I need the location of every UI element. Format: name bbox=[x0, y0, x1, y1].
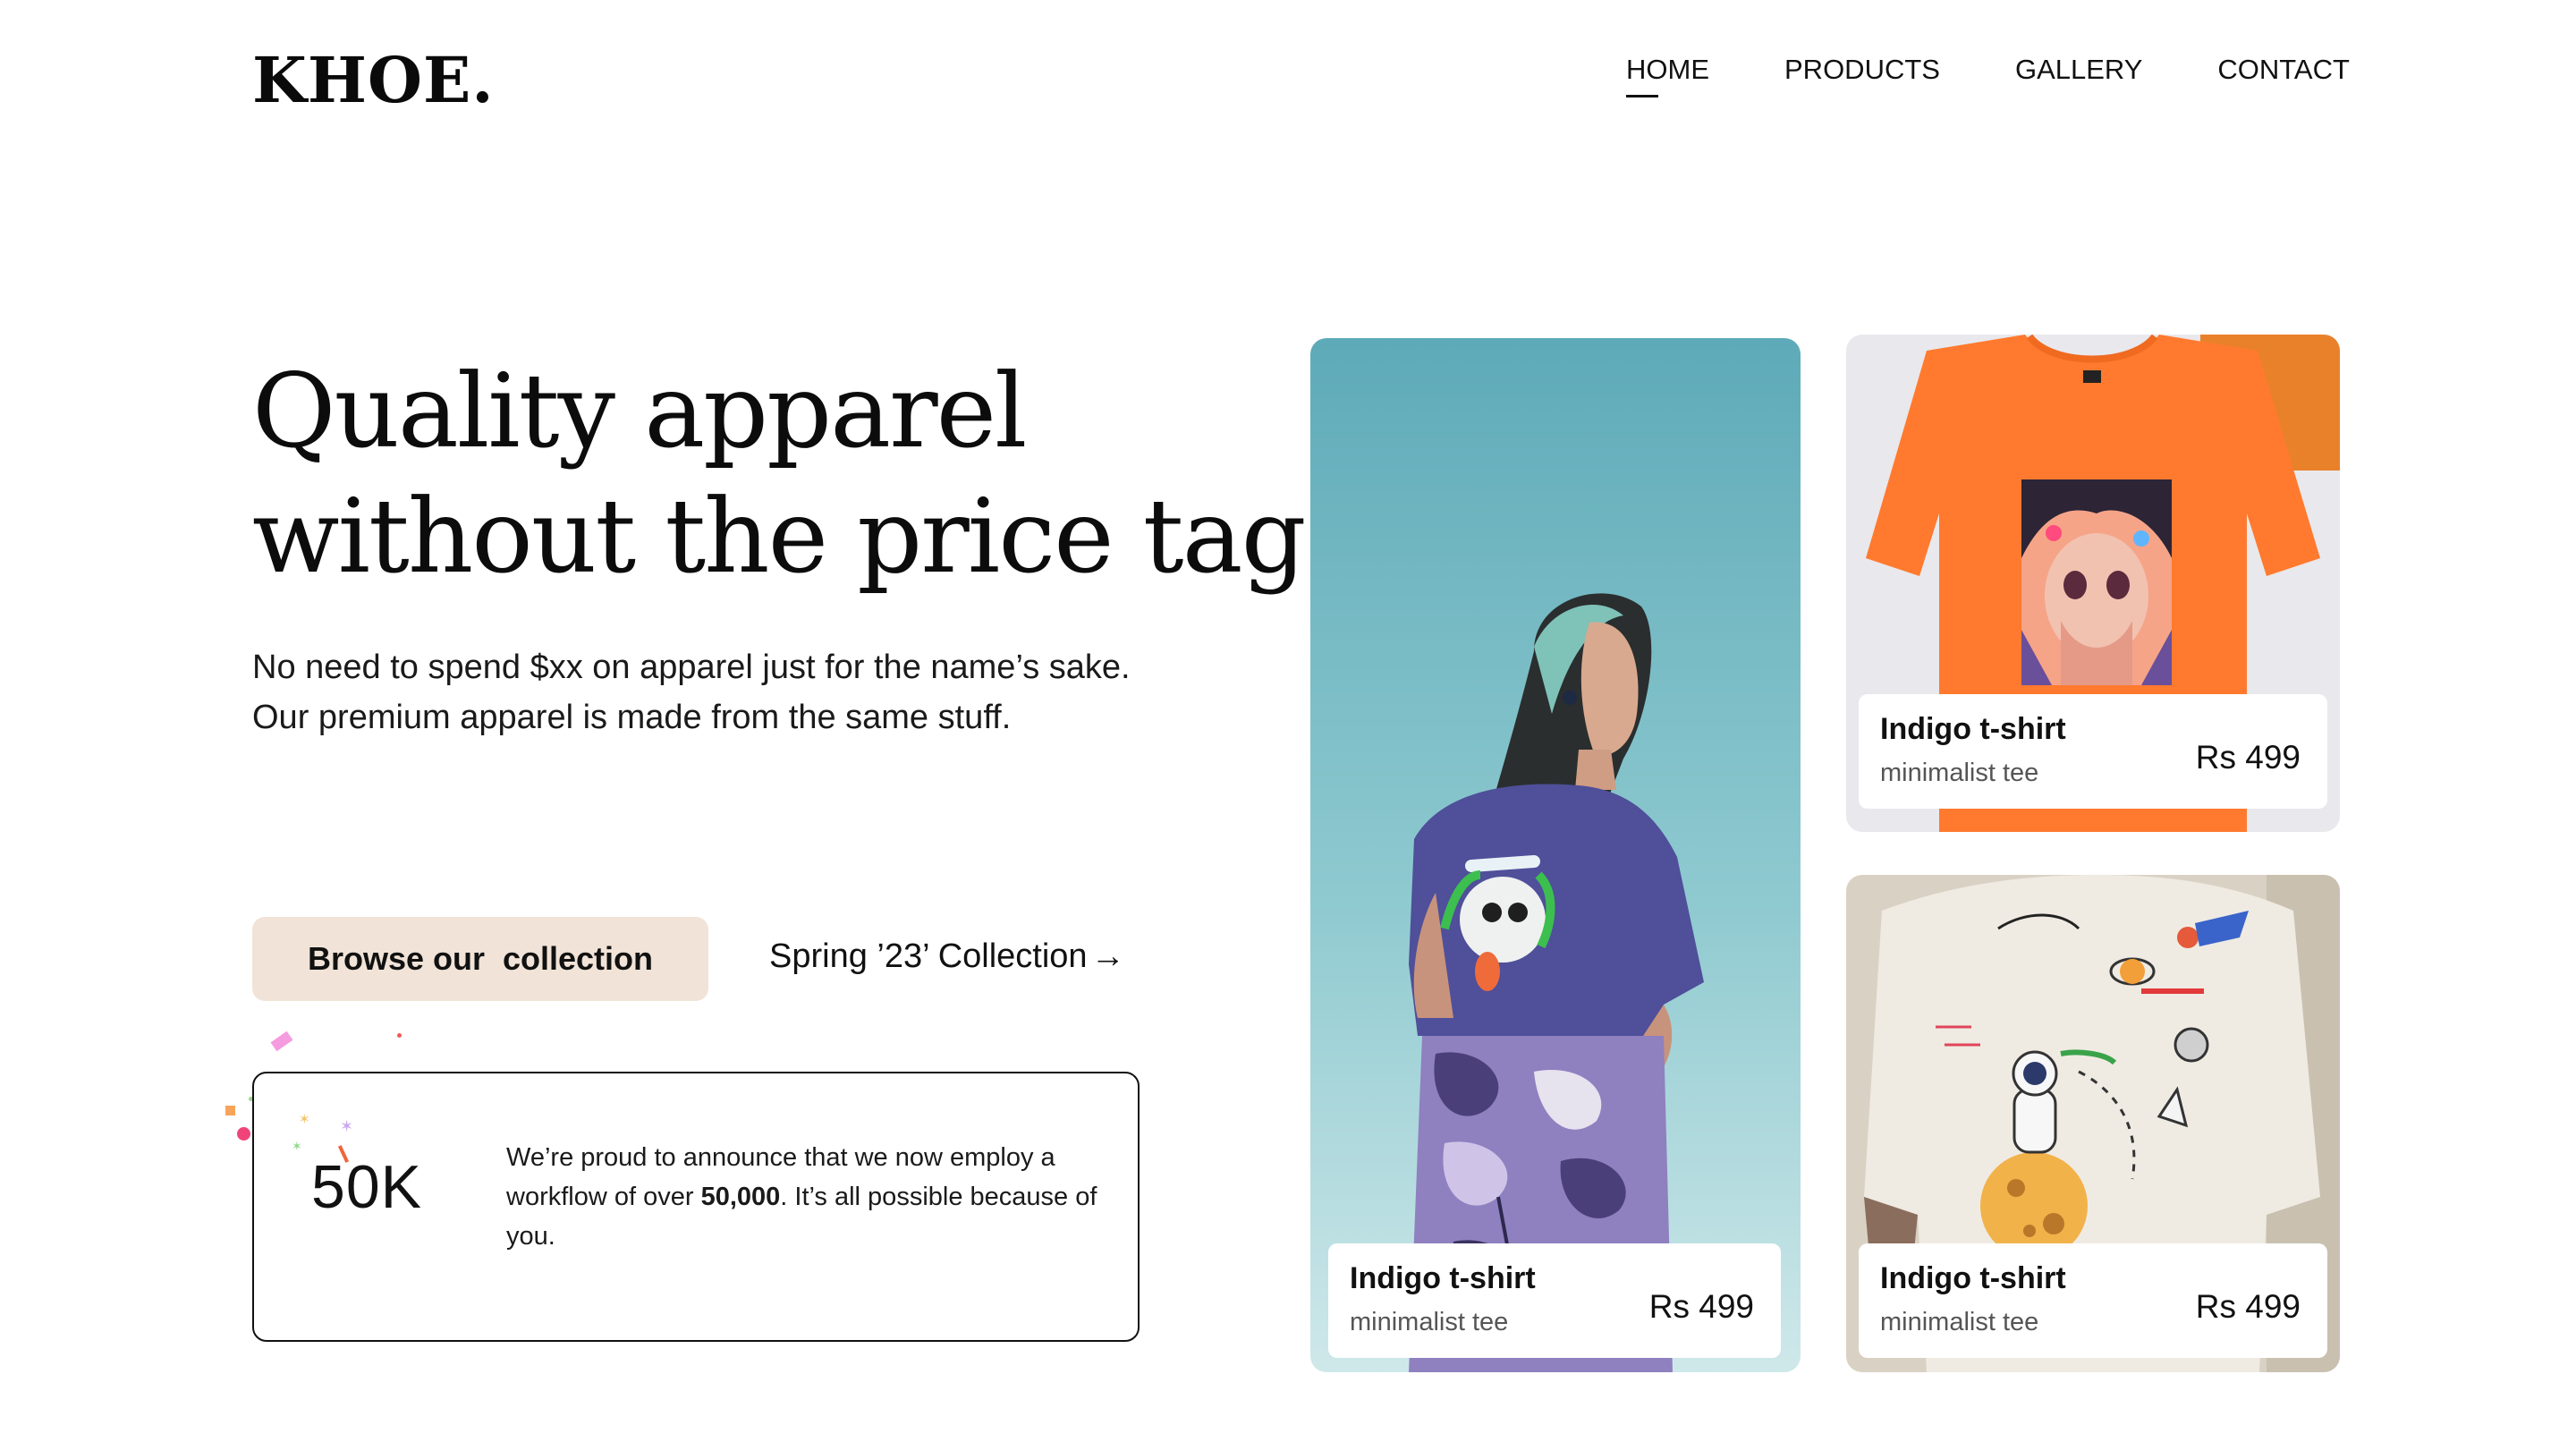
brand-logo[interactable]: KHOE. bbox=[252, 43, 495, 117]
arrow-right-icon: → bbox=[1090, 937, 1125, 975]
product-subtitle: minimalist tee bbox=[1880, 1308, 2039, 1336]
stat-card: ✶ ✶ ✶ 50K We’re proud to announce that w… bbox=[252, 1072, 1140, 1342]
stat-description: We’re proud to announce that we now empl… bbox=[506, 1143, 1097, 1251]
product-card-white-tee[interactable]: Indigo t-shirt minimalist tee Rs 499 bbox=[1846, 875, 2340, 1372]
nav-contact[interactable]: CONTACT bbox=[2217, 54, 2350, 86]
product-card-orange-tee[interactable]: Indigo t-shirt minimalist tee Rs 499 bbox=[1846, 335, 2340, 832]
product-price: Rs 499 bbox=[2195, 1288, 2301, 1325]
product-label: Indigo t-shirt minimalist tee Rs 499 bbox=[1859, 1243, 2327, 1358]
spring-collection-label: Spring ’23’ Collection bbox=[769, 937, 1088, 975]
product-price: Rs 499 bbox=[1648, 1288, 1754, 1325]
hero-headline-line2: without the price tag bbox=[252, 477, 1307, 596]
hero-subtext: No need to spend $xx on apparel just for… bbox=[252, 649, 1131, 736]
product-card-model[interactable]: Indigo t-shirt minimalist tee Rs 499 bbox=[1310, 338, 1801, 1372]
product-name: Indigo t-shirt bbox=[1350, 1261, 1536, 1295]
nav-gallery[interactable]: GALLERY bbox=[2015, 54, 2142, 86]
spring-collection-link[interactable]: Spring ’23’ Collection → bbox=[769, 937, 1125, 976]
browse-collection-button[interactable]: Browse our collection bbox=[252, 917, 708, 1001]
stat-value: 50K bbox=[311, 1153, 422, 1221]
product-subtitle: minimalist tee bbox=[1880, 759, 2039, 787]
model-photo bbox=[1310, 338, 1801, 1372]
stat-highlight: 50,000 bbox=[700, 1183, 781, 1211]
nav-products[interactable]: PRODUCTS bbox=[1784, 54, 1940, 86]
product-name: Indigo t-shirt bbox=[1880, 1261, 2066, 1295]
product-name: Indigo t-shirt bbox=[1880, 712, 2066, 746]
product-label: Indigo t-shirt minimalist tee Rs 499 bbox=[1859, 694, 2327, 809]
product-subtitle: minimalist tee bbox=[1350, 1308, 1509, 1336]
main-nav: HOME PRODUCTS GALLERY CONTACT bbox=[1626, 54, 2350, 98]
hero-headline: Quality apparel without the price tag bbox=[252, 349, 1307, 599]
hero-headline-line1: Quality apparel bbox=[252, 352, 1028, 471]
product-label: Indigo t-shirt minimalist tee Rs 499 bbox=[1328, 1243, 1781, 1358]
nav-home[interactable]: HOME bbox=[1626, 54, 1709, 98]
product-price: Rs 499 bbox=[2195, 739, 2301, 776]
